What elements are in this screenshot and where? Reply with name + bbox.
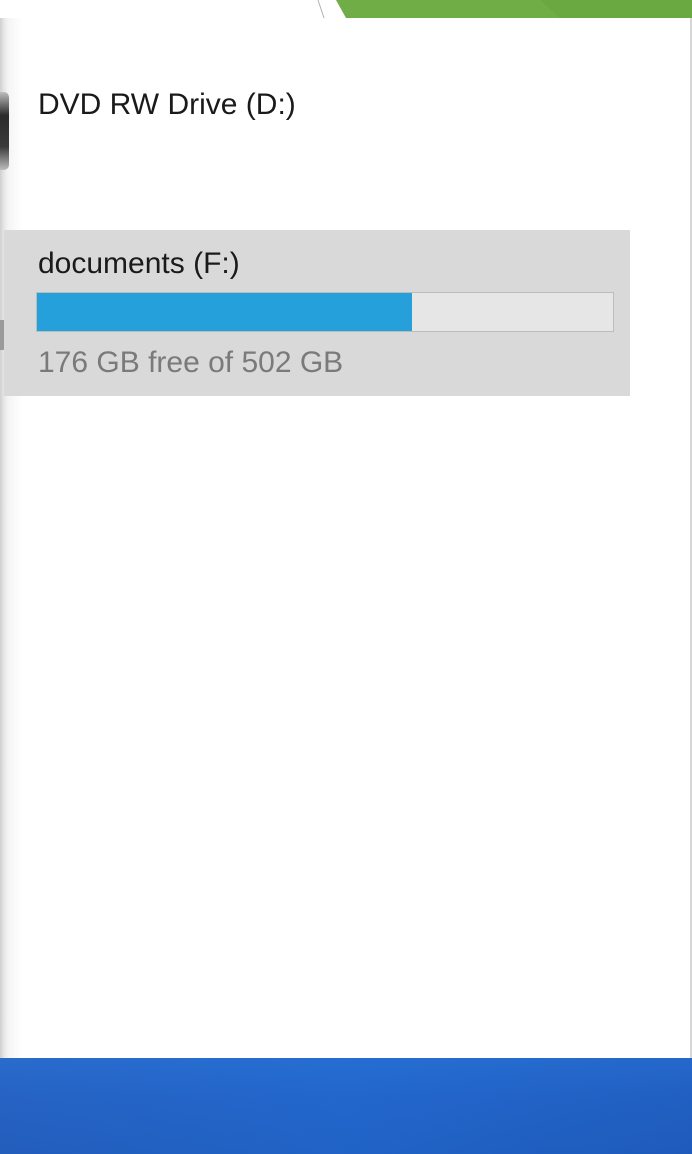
slide-top-strip: [0, 0, 692, 18]
window-left-edge: [0, 18, 22, 1058]
taskbar-glow: [0, 1058, 692, 1154]
drive-usage-bar: [36, 292, 614, 332]
drive-item-dvd[interactable]: DVD RW Drive (D:): [22, 70, 630, 220]
drive-item-documents[interactable]: documents (F:) 176 GB free of 502 GB: [4, 230, 630, 396]
drive-label: DVD RW Drive (D:): [38, 88, 296, 121]
slide-decoration: [317, 0, 692, 18]
taskbar: [0, 1058, 692, 1154]
screenshot-root: DVD RW Drive (D:) documents (F:) 176 GB …: [0, 0, 692, 1154]
drive-free-space: 176 GB free of 502 GB: [38, 346, 344, 379]
drive-usage-fill: [37, 293, 412, 331]
drive-label: documents (F:): [38, 247, 240, 280]
dvd-drive-icon: [0, 92, 9, 170]
